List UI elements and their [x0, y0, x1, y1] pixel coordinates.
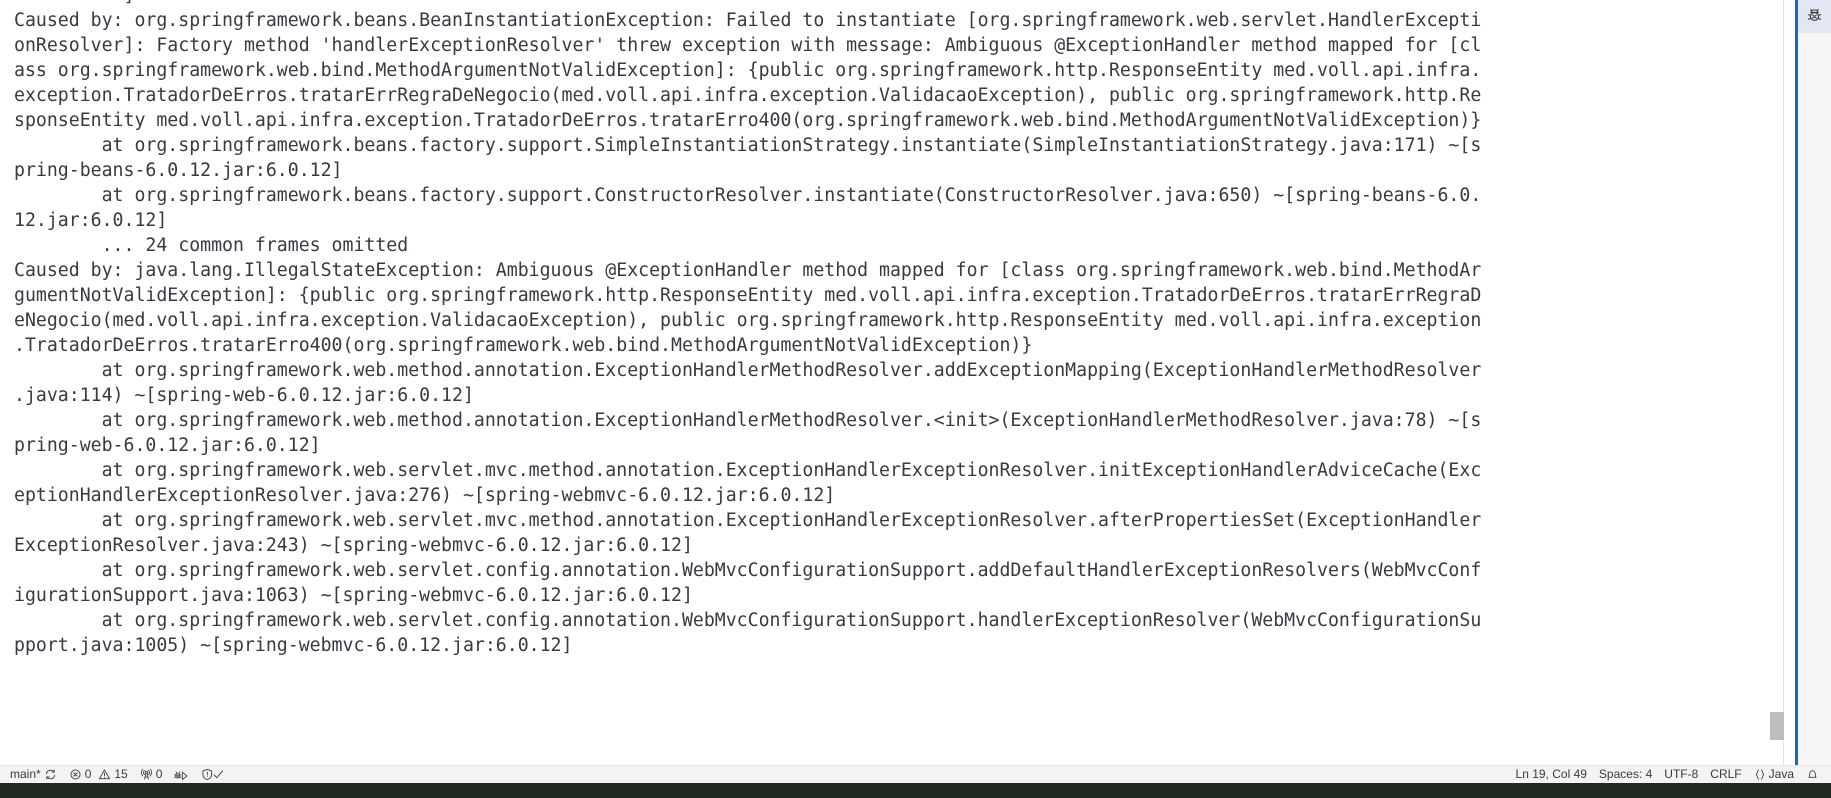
code-line[interactable]: at org.springframework.beans.factory.sup…: [0, 183, 1770, 208]
status-bar-right-group: Ln 19, Col 49 Spaces: 4 UTF-8 CRLF Java: [1510, 766, 1831, 783]
debug-alt-icon: [174, 768, 189, 782]
status-notifications[interactable]: [1800, 766, 1825, 783]
code-line[interactable]: at org.springframework.web.servlet.mvc.m…: [0, 508, 1770, 533]
code-line[interactable]: 12.jar:6.0.12]: [0, 208, 1770, 233]
code-line[interactable]: Caused by: org.springframework.beans.Bea…: [0, 8, 1770, 33]
cursor-position-label: Ln 19, Col 49: [1515, 767, 1587, 781]
code-line[interactable]: onResolver]: Factory method 'handlerExce…: [0, 33, 1770, 58]
error-count: 0: [84, 767, 92, 781]
status-branch[interactable]: main*: [4, 766, 63, 783]
code-line[interactable]: at org.springframework.beans.factory.sup…: [0, 133, 1770, 158]
editor-overview-ruler[interactable]: [1769, 0, 1784, 766]
indentation-label: Spaces: 4: [1598, 767, 1653, 781]
code-line[interactable]: exception.TratadorDeErros.tratarErrRegra…: [0, 83, 1770, 108]
vscode-window: ]Caused by: org.springframework.beans.Be…: [0, 0, 1831, 798]
braces-icon: [1754, 768, 1766, 781]
status-bar-left-group: main* 0 15 0: [0, 766, 231, 783]
warning-triangle-icon: [98, 768, 111, 781]
status-encoding[interactable]: UTF-8: [1658, 766, 1704, 783]
radio-tower-icon: [140, 768, 153, 781]
status-bar: main* 0 15 0 Ln 19, Col 49 Spaces: 4 UTF…: [0, 765, 1831, 783]
eol-label: CRLF: [1710, 767, 1742, 781]
shield-check-icon: [201, 768, 225, 781]
secondary-sidebar-strip[interactable]: [1795, 0, 1831, 766]
ports-count: 0: [155, 767, 163, 781]
debug-disconnect-icon[interactable]: [1798, 0, 1831, 33]
sync-icon: [44, 768, 57, 781]
code-line[interactable]: pring-web-6.0.12.jar:6.0.12]: [0, 433, 1770, 458]
code-line[interactable]: pring-beans-6.0.12.jar:6.0.12]: [0, 158, 1770, 183]
code-line[interactable]: at org.springframework.web.servlet.confi…: [0, 608, 1770, 633]
status-indentation[interactable]: Spaces: 4: [1593, 766, 1658, 783]
language-label: Java: [1768, 767, 1794, 781]
status-debug-run[interactable]: [168, 766, 195, 783]
status-language-mode[interactable]: Java: [1748, 766, 1800, 783]
vertical-scrollbar-thumb[interactable]: [1770, 712, 1784, 740]
bell-icon: [1806, 768, 1819, 781]
status-ports[interactable]: 0: [134, 766, 169, 783]
code-line[interactable]: at org.springframework.web.servlet.confi…: [0, 558, 1770, 583]
code-line[interactable]: eNegocio(med.voll.api.infra.exception.Va…: [0, 308, 1770, 333]
editor-text-area[interactable]: ]Caused by: org.springframework.beans.Be…: [0, 0, 1831, 766]
code-line[interactable]: gumentNotValidException]: {public org.sp…: [0, 283, 1770, 308]
code-line[interactable]: eptionHandlerExceptionResolver.java:276)…: [0, 483, 1770, 508]
encoding-label: UTF-8: [1664, 767, 1699, 781]
code-line[interactable]: pport.java:1005) ~[spring-webmvc-6.0.12.…: [0, 633, 1770, 658]
warning-count: 15: [114, 767, 128, 781]
code-line[interactable]: at org.springframework.web.servlet.mvc.m…: [0, 458, 1770, 483]
code-line[interactable]: .TratadorDeErros.tratarErro400(org.sprin…: [0, 333, 1770, 358]
code-line[interactable]: Caused by: java.lang.IllegalStateExcepti…: [0, 258, 1770, 283]
error-circle-icon: [69, 768, 82, 781]
code-line[interactable]: ass org.springframework.web.bind.MethodA…: [0, 58, 1770, 83]
code-line[interactable]: at org.springframework.web.method.annota…: [0, 408, 1770, 433]
status-security[interactable]: [195, 766, 231, 783]
code-line[interactable]: ]: [0, 0, 1770, 8]
status-problems[interactable]: 0 15: [63, 766, 134, 783]
code-line[interactable]: igurationSupport.java:1063) ~[spring-web…: [0, 583, 1770, 608]
code-surface[interactable]: ]Caused by: org.springframework.beans.Be…: [0, 0, 1770, 658]
code-line[interactable]: .java:114) ~[spring-web-6.0.12.jar:6.0.1…: [0, 383, 1770, 408]
branch-label: main*: [10, 767, 41, 781]
code-line[interactable]: at org.springframework.web.method.annota…: [0, 358, 1770, 383]
code-line[interactable]: ExceptionResolver.java:243) ~[spring-web…: [0, 533, 1770, 558]
code-line[interactable]: ... 24 common frames omitted: [0, 233, 1770, 258]
code-line[interactable]: sponseEntity med.voll.api.infra.exceptio…: [0, 108, 1770, 133]
status-cursor-position[interactable]: Ln 19, Col 49: [1510, 766, 1593, 783]
status-eol[interactable]: CRLF: [1704, 766, 1747, 783]
bottom-panel-strip: [0, 783, 1831, 798]
